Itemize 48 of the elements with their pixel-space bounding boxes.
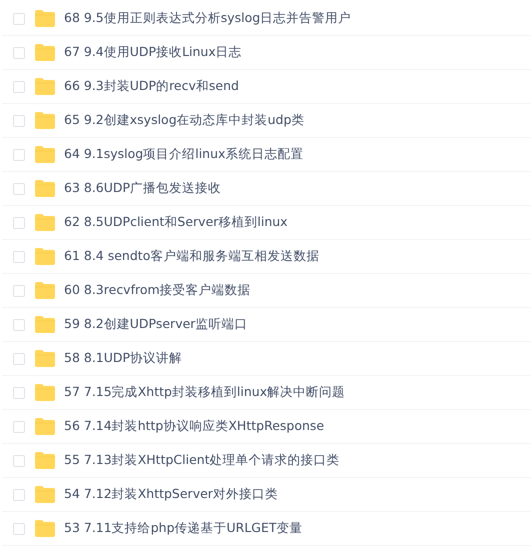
folder-icon [35, 452, 55, 469]
folder-icon [35, 486, 55, 503]
folder-icon [35, 282, 55, 299]
checkbox[interactable] [13, 522, 25, 534]
checkbox[interactable] [13, 454, 25, 466]
file-name[interactable]: 66 9.3封装UDP的recv和send [64, 78, 239, 95]
folder-icon [35, 44, 55, 61]
checkbox[interactable] [13, 80, 25, 92]
file-name[interactable]: 55 7.13封装XHttpClient处理单个请求的接口类 [64, 452, 340, 469]
checkbox[interactable] [13, 250, 25, 262]
checkbox[interactable] [13, 318, 25, 330]
folder-icon [35, 248, 55, 265]
folder-icon [35, 180, 55, 197]
file-name[interactable]: 60 8.3recvfrom接受客户端数据 [64, 282, 251, 299]
folder-icon [35, 214, 55, 231]
file-name[interactable]: 61 8.4 sendto客户端和服务端互相发送数据 [64, 248, 320, 265]
folder-icon [35, 10, 55, 27]
file-name[interactable]: 64 9.1syslog项目介绍linux系统日志配置 [64, 146, 304, 163]
checkbox[interactable] [13, 352, 25, 364]
folder-icon [35, 418, 55, 435]
file-name[interactable]: 67 9.4使用UDP接收Linux日志 [64, 44, 242, 61]
folder-icon [35, 384, 55, 401]
checkbox[interactable] [13, 488, 25, 500]
checkbox[interactable] [13, 114, 25, 126]
checkbox[interactable] [13, 386, 25, 398]
file-name[interactable]: 53 7.11支持给php传递基于URLGET变量 [64, 520, 303, 537]
file-name[interactable]: 58 8.1UDP协议讲解 [64, 350, 182, 367]
file-name[interactable]: 59 8.2创建UDPserver监听端口 [64, 316, 248, 333]
file-name[interactable]: 57 7.15完成Xhttp封装移植到linux解决中断问题 [64, 384, 346, 401]
file-name[interactable]: 56 7.14封装http协议响应类XHttpResponse [64, 418, 324, 435]
folder-icon [35, 112, 55, 129]
checkbox[interactable] [13, 284, 25, 296]
folder-icon [35, 78, 55, 95]
checkbox[interactable] [13, 148, 25, 160]
file-name[interactable]: 54 7.12封装XhttpServer对外接口类 [64, 486, 278, 503]
checkbox[interactable] [13, 46, 25, 58]
folder-icon [35, 350, 55, 367]
checkbox[interactable] [13, 182, 25, 194]
file-name[interactable]: 62 8.5UDPclient和Server移植到linux [64, 214, 288, 231]
file-name[interactable]: 63 8.6UDP广播包发送接收 [64, 180, 222, 197]
folder-icon [35, 146, 55, 163]
file-name[interactable]: 65 9.2创建xsyslog在动态库中封装udp类 [64, 112, 304, 129]
folder-icon [35, 520, 55, 537]
checkbox[interactable] [13, 12, 25, 24]
folder-icon [35, 316, 55, 333]
checkbox[interactable] [13, 420, 25, 432]
checkbox[interactable] [13, 216, 25, 228]
file-name[interactable]: 68 9.5使用正则表达式分析syslog日志并告警用户 [64, 10, 352, 27]
